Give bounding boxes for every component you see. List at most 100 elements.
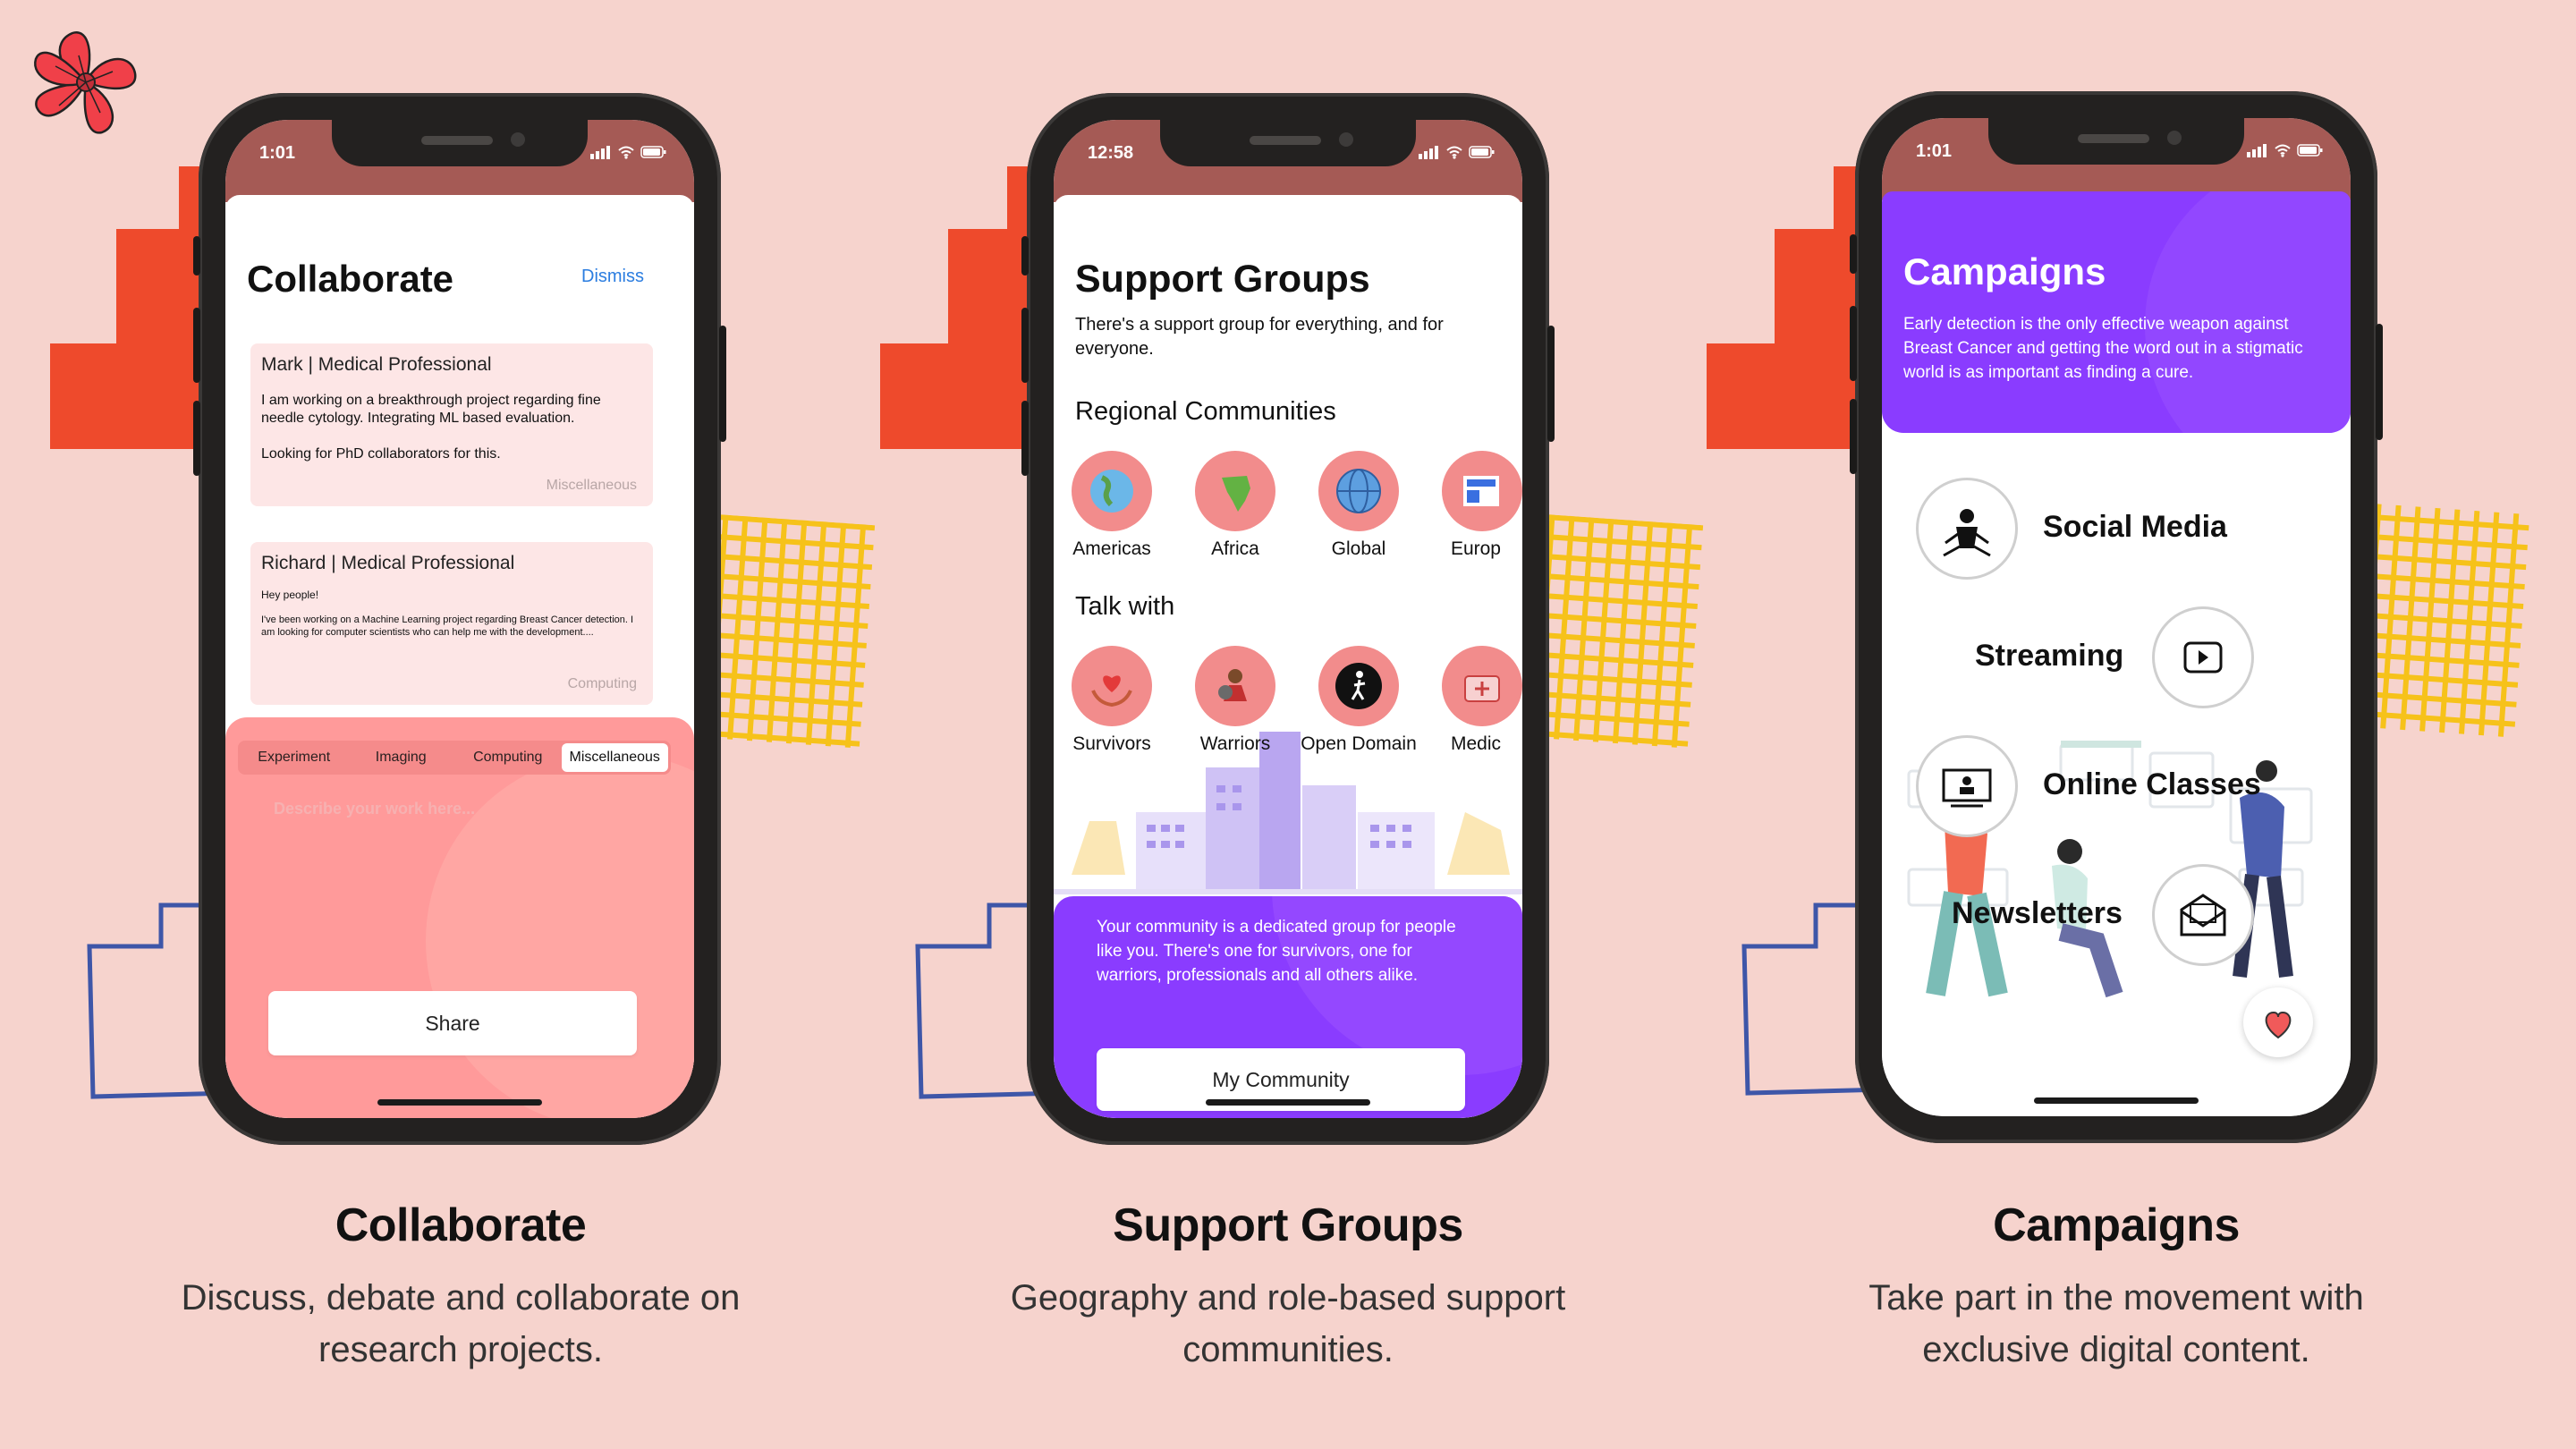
category-segmented-control: Experiment Imaging Computing Miscellaneo…: [238, 741, 671, 775]
home-indicator: [1206, 1099, 1370, 1106]
online-class-icon: [1942, 768, 1992, 808]
screen-support-groups: 12:58 Support Groups There's a support g…: [1054, 120, 1522, 1118]
caption-description: Geography and role-based support communi…: [1010, 1278, 1566, 1369]
community-description: Your community is a dedicated group for …: [1097, 918, 1456, 985]
caption-title: Support Groups: [1113, 1199, 1463, 1251]
community-panel: Your community is a dedicated group for …: [1054, 896, 1522, 1118]
status-icons: [2247, 143, 2324, 162]
streaming-button[interactable]: [2152, 606, 2254, 708]
heart-icon: [2265, 1011, 2292, 1039]
wifi-icon: [617, 145, 635, 164]
medical-kit-icon: [1464, 675, 1500, 702]
globe-icon: [1336, 469, 1381, 513]
caption-title: Campaigns: [1993, 1199, 2240, 1251]
talk-open-domain-button[interactable]: [1318, 646, 1399, 726]
phone-collaborate: 1:01 Collaborate Dismiss Mark | Medical …: [193, 93, 726, 1145]
favorite-button[interactable]: [2243, 987, 2313, 1057]
phone-campaigns: 1:01 Campaigns Early detection is the on…: [1850, 91, 2383, 1143]
post-author: Richard | Medical Professional: [261, 553, 515, 573]
notch: [1160, 120, 1416, 166]
post-tag: Computing: [567, 676, 637, 691]
streaming-label: Streaming: [1975, 639, 2124, 673]
post-body-note: I've been working on a Machine Learning …: [261, 614, 634, 639]
post-card[interactable]: Richard | Medical Professional Hey peopl…: [250, 542, 653, 705]
walking-person-icon: [1335, 663, 1382, 709]
signal-icon: [590, 145, 612, 164]
dismiss-button[interactable]: Dismiss: [581, 267, 644, 287]
work-description-input[interactable]: Describe your work here...: [274, 800, 475, 818]
notch: [332, 120, 588, 166]
newspaper-icon: [1463, 476, 1499, 506]
post-body: Hey people!: [261, 589, 319, 601]
social-media-label: Social Media: [2043, 510, 2227, 544]
battery-icon: [640, 145, 667, 164]
community-africa-button[interactable]: [1195, 451, 1275, 531]
notch: [1988, 118, 2244, 165]
status-time: 12:58: [1088, 143, 1134, 163]
post-card[interactable]: Mark | Medical Professional I am working…: [250, 343, 653, 506]
globe-americas-icon: [1090, 470, 1133, 513]
talk-survivors-button[interactable]: [1072, 646, 1152, 726]
heart-hands-icon: [1091, 675, 1132, 708]
screen-campaigns: 1:01 Campaigns Early detection is the on…: [1882, 118, 2351, 1116]
talk-label: Survivors: [1072, 733, 1151, 754]
community-label: Global: [1331, 538, 1386, 559]
wifi-icon: [2274, 143, 2292, 162]
talk-label: Warriors: [1199, 733, 1271, 754]
battery-icon: [1469, 145, 1496, 164]
talk-label: Open Domain: [1301, 733, 1417, 754]
online-classes-label: Online Classes: [2043, 767, 2261, 801]
share-button[interactable]: Share: [268, 991, 637, 1055]
signal-icon: [1419, 145, 1440, 164]
newsletters-button[interactable]: [2152, 864, 2254, 966]
africa-map-icon: [1222, 476, 1250, 512]
status-icons: [590, 145, 667, 164]
community-label: Americas: [1072, 538, 1151, 559]
page-subtitle: There's a support group for everything, …: [1075, 315, 1444, 359]
post-body-note: Looking for PhD collaborators for this.: [261, 446, 501, 462]
screen-collaborate: 1:01 Collaborate Dismiss Mark | Medical …: [225, 120, 694, 1118]
newsletter-icon: [2180, 894, 2226, 936]
page-subtitle: Early detection is the only effective we…: [1903, 315, 2303, 382]
social-media-icon: [1943, 509, 1991, 557]
compose-panel: Experiment Imaging Computing Miscellaneo…: [225, 717, 694, 1118]
segment-imaging[interactable]: Imaging: [348, 743, 455, 772]
play-icon: [2183, 641, 2223, 674]
status-time: 1:01: [259, 143, 296, 163]
battery-icon: [2297, 143, 2324, 162]
post-author: Mark | Medical Professional: [261, 354, 492, 375]
status-time: 1:01: [1916, 141, 1953, 161]
caption-title: Collaborate: [335, 1199, 587, 1251]
segment-miscellaneous[interactable]: Miscellaneous: [561, 743, 668, 772]
caption-description: Discuss, debate and collaborate on resea…: [181, 1278, 741, 1369]
talk-label: Medic: [1450, 733, 1501, 754]
page-title: Campaigns: [1903, 250, 2106, 292]
social-media-button[interactable]: [1916, 478, 2018, 580]
wifi-icon: [1445, 145, 1463, 164]
section-heading-talk: Talk with: [1075, 592, 1175, 621]
post-body: I am working on a breakthrough project r…: [261, 393, 601, 427]
warrior-icon: [1218, 669, 1247, 701]
talk-warriors-button[interactable]: [1195, 646, 1275, 726]
section-heading-regional: Regional Communities: [1075, 397, 1336, 426]
signal-icon: [2247, 143, 2268, 162]
home-indicator: [2034, 1097, 2199, 1104]
community-label: Europ: [1450, 538, 1501, 559]
status-icons: [1419, 145, 1496, 164]
talk-medical-button[interactable]: [1442, 646, 1522, 726]
segment-experiment[interactable]: Experiment: [241, 743, 348, 772]
caption-description: Take part in the movement with exclusive…: [1868, 1278, 2364, 1369]
home-indicator: [377, 1099, 542, 1106]
online-classes-button[interactable]: [1916, 735, 2018, 837]
post-tag: Miscellaneous: [546, 478, 637, 493]
community-global-button[interactable]: [1318, 451, 1399, 531]
page-title: Collaborate: [247, 258, 454, 300]
community-europe-button[interactable]: [1442, 451, 1522, 531]
community-americas-button[interactable]: [1072, 451, 1152, 531]
phone-support-groups: 12:58 Support Groups There's a support g…: [1021, 93, 1555, 1145]
segment-computing[interactable]: Computing: [454, 743, 562, 772]
newsletters-label: Newsletters: [1952, 896, 2123, 930]
page-title: Support Groups: [1075, 258, 1370, 301]
campaigns-header: Campaigns Early detection is the only ef…: [1882, 191, 2351, 433]
community-label: Africa: [1211, 538, 1259, 559]
